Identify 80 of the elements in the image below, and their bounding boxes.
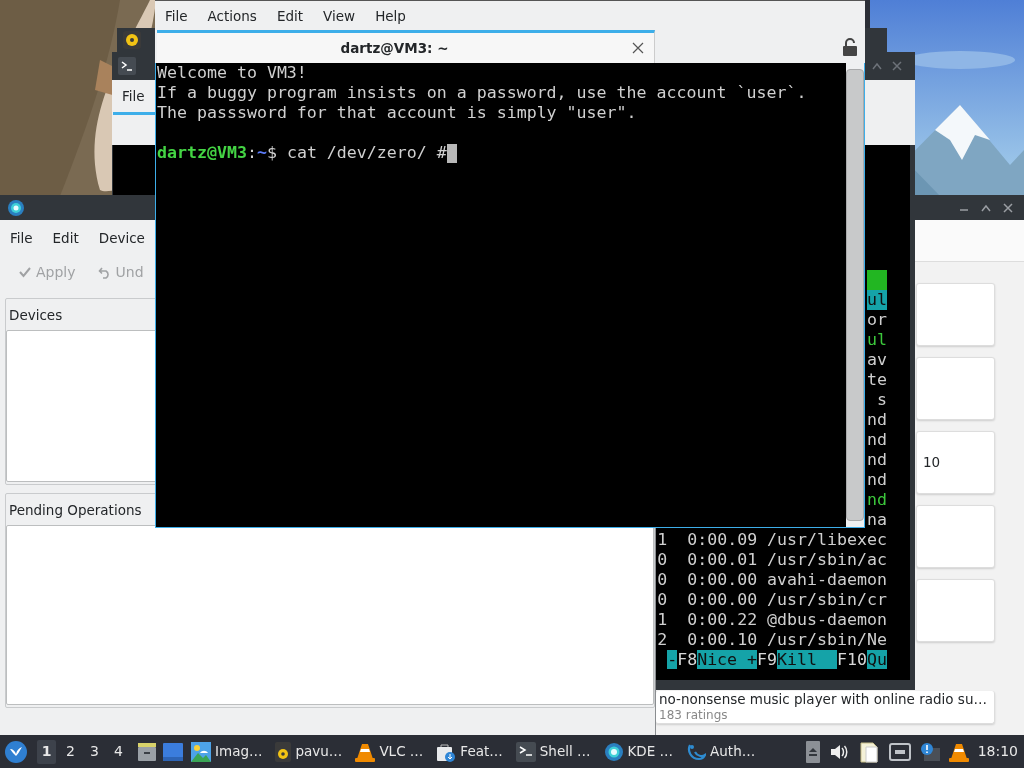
process-row: s (877, 390, 887, 410)
clock[interactable]: 18:10 (977, 741, 1018, 762)
workspace-button[interactable]: 4 (109, 739, 128, 764)
app-card[interactable]: 10 (916, 431, 995, 494)
process-row: 0 0:00.01 /usr/sbin/ac (657, 550, 887, 570)
process-row: 0 0:00.00 avahi-daemon (657, 570, 887, 590)
taskbar-button[interactable]: VLC … (351, 736, 428, 767)
menu-item[interactable]: File (155, 1, 198, 30)
process-row: te (867, 370, 887, 390)
process-row: 1 0:00.22 @dbus-daemon (657, 610, 887, 630)
process-row: na (867, 510, 887, 530)
terminal-icon[interactable] (515, 741, 536, 762)
panel-title: Devices (8, 306, 64, 325)
terminal-icon (118, 57, 136, 75)
disc-icon[interactable] (603, 741, 624, 762)
shopping-bag-icon[interactable] (436, 741, 457, 762)
terminal-line: Welcome to VM3! (157, 63, 308, 83)
terminal-line: The passsword for that account is simply "user". (157, 103, 638, 123)
volume-icon[interactable] (828, 742, 849, 761)
taskbar-button[interactable]: Auth… (682, 736, 760, 767)
maximize-icon[interactable] (871, 60, 883, 72)
process-row: ul (867, 330, 887, 350)
process-row: 1 0:00.09 /usr/libexec (657, 530, 887, 550)
taskbar-button[interactable]: pavu… (271, 736, 347, 767)
menu-item[interactable]: Edit (42, 224, 89, 252)
process-row: or (867, 310, 887, 330)
menu-item[interactable]: View (313, 1, 366, 30)
menu-item[interactable]: File (112, 82, 155, 110)
lock-icon[interactable] (843, 37, 857, 56)
undo-icon (97, 265, 112, 279)
speaker-icon (123, 31, 141, 49)
tab-title: dartz@VM3: ~ (339, 38, 450, 58)
taskbar-button[interactable]: KDE … (599, 736, 678, 767)
notification-icon[interactable] (919, 741, 940, 762)
taskbar-button[interactable]: Imag… (187, 736, 267, 767)
card-text: 10 (923, 453, 942, 473)
file-cabinet-icon[interactable] (137, 741, 157, 762)
process-row: nd (867, 430, 887, 450)
process-row: 0 0:00.00 /usr/sbin/cr (657, 590, 887, 610)
network-icon[interactable] (888, 741, 911, 762)
eject-icon[interactable] (805, 740, 820, 763)
process-row: 2 0:00.10 /usr/sbin/Ne (657, 630, 887, 650)
menu-item[interactable]: Help (365, 1, 416, 30)
taskbar-button[interactable]: Feat… (432, 736, 507, 767)
highlight-bar (867, 270, 887, 290)
text-cursor (446, 143, 457, 163)
menu-item[interactable]: Actions (197, 1, 267, 30)
close-icon[interactable] (1002, 201, 1014, 214)
disc-icon (7, 198, 25, 217)
rating-count: 183 ratings (659, 708, 729, 722)
terminal-line: If a buggy program insists on a password, use the account `user`. (157, 83, 808, 103)
terminal-tab[interactable]: dartz@VM3: ~ (157, 30, 655, 63)
panel-title: Pending Operations (8, 501, 143, 520)
process-row: nd (867, 450, 887, 470)
traffic-cone-icon[interactable] (948, 741, 969, 762)
menu-item[interactable]: Device (88, 224, 155, 252)
process-row: nd (867, 470, 887, 490)
menu-icon[interactable] (5, 740, 27, 763)
process-row: nd (867, 490, 887, 510)
desktop-icon[interactable] (163, 742, 183, 761)
app-description: no-nonsense music player with online radio su… (659, 691, 988, 708)
traffic-cone-icon[interactable] (355, 741, 376, 762)
function-key-bar: -F8Nice +F9Kill F10Qu (667, 650, 887, 670)
scrollbar-thumb[interactable] (846, 69, 864, 521)
menu-item[interactable]: File (0, 224, 43, 252)
workspace-button[interactable]: 2 (61, 739, 80, 764)
close-icon[interactable] (632, 42, 644, 54)
workspace-button[interactable]: 1 (37, 739, 56, 764)
speaker-icon[interactable] (275, 741, 292, 762)
image-icon[interactable] (191, 741, 211, 762)
process-row: nd (867, 410, 887, 430)
workspace-button[interactable]: 3 (85, 739, 104, 764)
process-row: av (867, 350, 887, 370)
check-icon (18, 265, 32, 279)
app-card[interactable]: no-nonsense music player with online radio su… 183 ratings (655, 691, 995, 724)
notes-icon[interactable] (857, 740, 880, 763)
process-row: ul (867, 290, 887, 310)
prompt-line: dartz@VM3:~$ cat /dev/zero/ # (157, 143, 447, 163)
taskbar-button[interactable]: Shell … (511, 736, 595, 767)
menu-item[interactable]: Edit (266, 1, 314, 30)
